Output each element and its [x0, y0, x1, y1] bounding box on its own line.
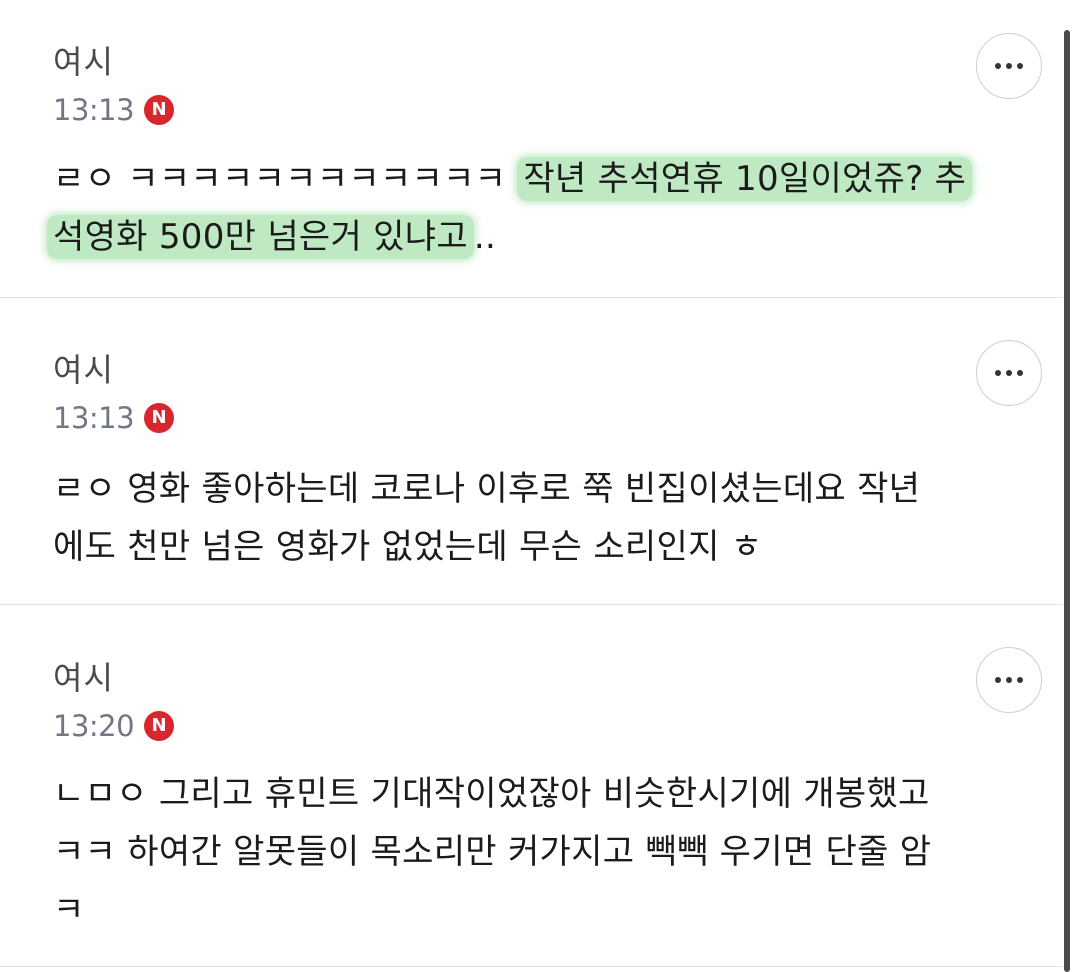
comment-body: ㄹㅇ 영화 좋아하는데 코로나 이후로 쭉 빈집이셨는데요 작년 에도 천만 넘… — [53, 460, 1033, 576]
comment-body: ㄹㅇ ㅋㅋㅋㅋㅋㅋㅋㅋㅋㅋㅋㅋ 작년 추석연휴 10일이었쥬? 추 석영화 50… — [47, 150, 1033, 266]
more-options-button[interactable] — [976, 33, 1042, 99]
new-badge: N — [144, 95, 175, 125]
more-horizontal-icon — [995, 677, 1023, 683]
comment-body-line: ㅋ — [53, 890, 85, 930]
new-badge: N — [144, 403, 175, 433]
more-options-button[interactable] — [976, 647, 1042, 713]
comment-body-line: ㅋㅋ 하여간 알못들이 목소리만 커가지고 빽빽 우기면 단줄 암 — [53, 832, 932, 872]
comment-timestamp: 13:20 — [53, 708, 135, 743]
highlighted-text: 석영화 500만 넘은거 있냐고 — [47, 215, 474, 259]
comment-text: .. — [473, 217, 497, 257]
comment-item: 여시 13:13 N ㄹㅇ ㅋㅋㅋㅋㅋㅋㅋㅋㅋㅋㅋㅋ 작년 추석연휴 10일이었… — [0, 0, 1063, 298]
comment-timestamp: 13:13 — [53, 400, 135, 435]
highlighted-text: 작년 추석연휴 10일이었쥬? 추 — [517, 157, 973, 201]
comment-body-line: ㄹㅇ 영화 좋아하는데 코로나 이후로 쭉 빈집이셨는데요 작년 — [53, 469, 921, 509]
more-horizontal-icon — [995, 63, 1023, 69]
comment-item: 여시 13:13 N ㄹㅇ 영화 좋아하는데 코로나 이후로 쭉 빈집이셨는데요… — [0, 298, 1063, 605]
comment-meta: 13:13 N — [53, 92, 175, 127]
more-options-button[interactable] — [976, 340, 1042, 406]
comment-timestamp: 13:13 — [53, 92, 135, 127]
comment-body-line: 에도 천만 넘은 영화가 없었는데 무슨 소리인지 ㅎ — [53, 527, 763, 567]
comment-body-line: 석영화 500만 넘은거 있냐고.. — [47, 208, 1033, 266]
more-horizontal-icon — [995, 370, 1023, 376]
comment-text: ㄹㅇ ㅋㅋㅋㅋㅋㅋㅋㅋㅋㅋㅋㅋ — [53, 159, 518, 199]
comment-author[interactable]: 여시 — [53, 354, 114, 386]
comment-author[interactable]: 여시 — [53, 662, 114, 694]
comment-body-line: ㄹㅇ ㅋㅋㅋㅋㅋㅋㅋㅋㅋㅋㅋㅋ 작년 추석연휴 10일이었쥬? 추 — [53, 150, 1033, 208]
comment-item: 여시 13:20 N ㄴㅁㅇ 그리고 휴민트 기대작이었잖아 비슷한시기에 개봉… — [0, 605, 1063, 967]
scrollbar[interactable] — [1064, 30, 1070, 972]
comment-author[interactable]: 여시 — [53, 46, 114, 78]
comment-body: ㄴㅁㅇ 그리고 휴민트 기대작이었잖아 비슷한시기에 개봉했고 ㅋㅋ 하여간 알… — [53, 765, 1033, 939]
comment-meta: 13:20 N — [53, 708, 175, 743]
comment-meta: 13:13 N — [53, 400, 175, 435]
new-badge: N — [144, 711, 175, 741]
comment-body-line: ㄴㅁㅇ 그리고 휴민트 기대작이었잖아 비슷한시기에 개봉했고 — [53, 774, 930, 814]
